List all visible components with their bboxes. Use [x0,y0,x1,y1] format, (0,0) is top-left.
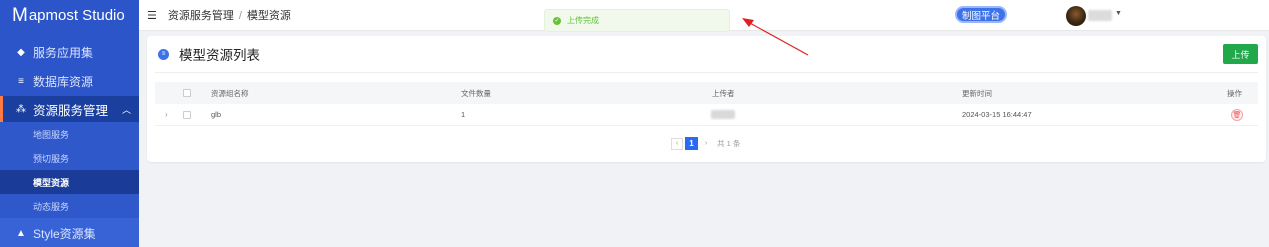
cluster-icon: ⁂ [16,103,26,115]
sidebar-subitem-model-resource[interactable]: 模型资源 [0,170,139,194]
platform-button[interactable]: 制图平台 [955,6,1007,23]
column-header-actions: 操作 [1227,88,1242,98]
database-icon: ≡ [158,48,169,60]
cell-name: glb [211,110,222,119]
resource-list-card: ≡ 模型资源列表 上传 资源组名称 文件数量 上传者 更新时间 操作 › glb… [147,36,1266,162]
sidebar-item-label: Style资源集 [33,226,96,241]
sidebar-item-service-apps[interactable]: ◆ 服务应用集 [0,38,139,67]
pagination: ‹ 1 › 共 1 条 [671,137,740,150]
cell-uploader-redacted [711,110,735,119]
card-header: ≡ 模型资源列表 [155,36,1258,73]
sidebar-subitem-precut-service[interactable]: 预切服务 [0,146,139,170]
table-row: › glb 1 2024-03-15 16:44:47 🗑 [155,104,1258,126]
row-checkbox[interactable] [183,110,191,119]
sidebar-item-database[interactable]: ≡ 数据库资源 [0,67,139,96]
column-header-name: 资源组名称 [211,88,249,98]
success-toast: ✓ 上传完成 [544,9,730,32]
brush-icon: ▲ [16,227,26,239]
database-icon: ≡ [18,76,24,87]
logo-text: apmost Studio [28,7,125,24]
select-all-checkbox[interactable] [183,89,191,97]
cell-count: 1 [461,110,466,119]
expand-row-icon[interactable]: › [165,110,168,119]
logo-mark: M [12,5,28,26]
delete-button[interactable]: 🗑 [1231,108,1243,121]
sidebar: M apmost Studio ◆ 服务应用集 ≡ 数据库资源 ⁂ 资源服务管理… [0,0,139,247]
avatar[interactable] [1066,6,1086,26]
column-header-uploader: 上传者 [712,88,735,98]
breadcrumb-separator: / [238,10,242,22]
layers-icon: ◆ [17,47,25,58]
page-number-current[interactable]: 1 [685,137,698,150]
pagination-total: 共 1 条 [717,139,741,148]
username-redacted [1088,10,1112,21]
caret-down-icon[interactable]: ▼ [1115,10,1122,17]
toast-message: 上传完成 [567,16,599,25]
column-header-count: 文件数量 [461,88,491,98]
card-title: 模型资源列表 [179,48,260,63]
prev-page-button[interactable]: ‹ [671,137,683,150]
sidebar-item-label: 资源服务管理 [33,103,109,118]
sidebar-subitem-map-service[interactable]: 地图服务 [0,122,139,146]
cell-updated: 2024-03-15 16:44:47 [962,110,1032,119]
breadcrumb: 资源服务管理 / 模型资源 [168,7,291,23]
app-logo[interactable]: M apmost Studio [0,0,139,31]
column-header-updated: 更新时间 [962,88,992,98]
breadcrumb-item-current: 模型资源 [246,10,291,22]
upload-button[interactable]: 上传 [1223,44,1258,64]
chevron-up-icon: ︿ [122,104,132,115]
sidebar-item-label: 服务应用集 [33,46,94,60]
next-page-button[interactable]: › [700,138,712,150]
resource-table: 资源组名称 文件数量 上传者 更新时间 操作 › glb 1 2024-03-1… [155,82,1258,126]
sidebar-item-style[interactable]: ▲ Style资源集 [0,218,139,247]
sidebar-menu: ◆ 服务应用集 ≡ 数据库资源 ⁂ 资源服务管理 ︿ 地图服务 预切服务 模型资… [0,38,139,247]
hamburger-icon[interactable]: ☰ [147,9,157,22]
sidebar-subitem-dynamic-service[interactable]: 动态服务 [0,194,139,218]
breadcrumb-item[interactable]: 资源服务管理 [168,10,234,22]
trash-icon: 🗑 [1232,111,1242,119]
submenu: 地图服务 预切服务 模型资源 动态服务 [0,122,139,218]
check-circle-icon: ✓ [553,16,561,25]
sidebar-item-label: 数据库资源 [33,75,94,89]
table-header: 资源组名称 文件数量 上传者 更新时间 操作 [155,82,1258,104]
sidebar-item-resource-service[interactable]: ⁂ 资源服务管理 ︿ [0,96,139,122]
